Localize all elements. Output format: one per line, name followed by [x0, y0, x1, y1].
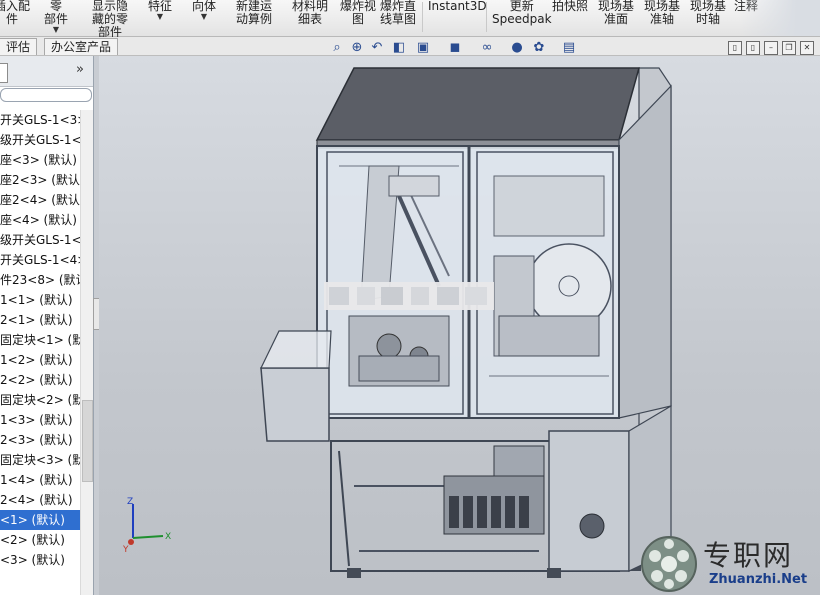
ribbon-button-label: 显示隐 藏的零 部件 [92, 0, 129, 39]
tree-item[interactable]: <1> (默认) [0, 510, 80, 530]
panel-header: » [0, 56, 93, 87]
tree-filter-input[interactable] [0, 88, 92, 102]
ribbon-button-10[interactable]: 更新 Speedpak [492, 0, 552, 26]
tree-scrollbar[interactable] [80, 110, 93, 595]
tree-item[interactable]: 1<2> (默认) [0, 350, 80, 370]
ribbon-button-4[interactable]: 向体 ▼ [192, 0, 216, 21]
ribbon-button-label: Instant3D [428, 0, 487, 13]
tree-item[interactable]: 开关GLS-1<3> [0, 110, 80, 130]
machine-assembly-model[interactable] [99, 56, 820, 595]
dropdown-arrow-icon[interactable]: ▼ [192, 13, 216, 21]
ribbon-button-label: 爆炸视 图 [340, 0, 377, 26]
ribbon-button-13[interactable]: 现场基 准轴 [644, 0, 680, 26]
tile-right-icon[interactable]: ▯ [746, 41, 760, 55]
panel-tab[interactable] [0, 63, 8, 83]
tree-item[interactable]: 2<1> (默认) [0, 310, 80, 330]
ribbon-button-12[interactable]: 现场基 准面 [598, 0, 634, 26]
ribbon-button-label: 更新 Speedpak [492, 0, 552, 26]
hide-show-icon[interactable]: ∞ [479, 40, 495, 56]
ribbon-button-14[interactable]: 现场基 时轴 [690, 0, 726, 26]
zoom-area-icon[interactable]: ⊕ [349, 40, 365, 56]
graphics-viewport[interactable]: ⌕ ⊕ ↶ ◧ ▣ ◼ ∞ ● ✿ ▤ ▯ ▯ – ❐ ✕ Z X Y 专职网 … [99, 40, 820, 595]
tree-item[interactable]: <3> (默认) [0, 550, 80, 570]
tree-item[interactable]: 固定块<2> (默认) [0, 390, 80, 410]
ribbon-button-8[interactable]: 爆炸直 线草图 [380, 0, 416, 26]
ribbon-button-label: 插入配 件 [0, 0, 31, 26]
view-orientation-icon[interactable]: ▣ [415, 40, 431, 56]
minimize-icon[interactable]: – [764, 41, 778, 55]
view-settings-icon[interactable]: ▤ [561, 40, 577, 56]
tree-item[interactable]: 2<4> (默认) [0, 490, 80, 510]
tree-item[interactable]: 开关GLS-1<4> [0, 250, 80, 270]
tree-item[interactable]: 座<3> (默认) [0, 150, 80, 170]
ribbon-button-label: 拍快照 [552, 0, 589, 13]
ribbon-button-1[interactable]: 零 部件 ▼ [44, 0, 68, 34]
tab-evaluate[interactable]: 评估 [0, 38, 38, 55]
ribbon-button-2[interactable]: 显示隐 藏的零 部件 [92, 0, 128, 39]
appearance-icon[interactable]: ● [509, 40, 525, 56]
ribbon-fade [740, 0, 820, 36]
triad-z-label: Z [127, 497, 133, 507]
tree-item[interactable]: 座2<4> (默认) [0, 190, 80, 210]
ribbon-button-label: 材料明 细表 [292, 0, 329, 26]
ribbon-button-label: 现场基 准轴 [644, 0, 681, 26]
command-tab-row: 评估 办公室产品 [0, 37, 820, 56]
tree-item[interactable]: 固定块<3> (默认) [0, 450, 80, 470]
close-icon[interactable]: ✕ [800, 41, 814, 55]
ribbon-separator [486, 2, 487, 32]
tree-item[interactable]: 座2<3> (默认) [0, 170, 80, 190]
dropdown-arrow-icon[interactable]: ▼ [44, 26, 68, 34]
ribbon-button-3[interactable]: 特征 ▼ [148, 0, 172, 21]
tree-item[interactable]: 件23<8> (默认) [0, 270, 80, 290]
ribbon-button-label: 零 部件 [44, 0, 69, 26]
ribbon-button-6[interactable]: 材料明 细表 [292, 0, 328, 26]
tree-item[interactable]: 座<4> (默认) [0, 210, 80, 230]
tree-item[interactable]: 级开关GLS-1<4> [0, 230, 80, 250]
previous-view-icon[interactable]: ↶ [369, 40, 385, 56]
tab-office-products[interactable]: 办公室产品 [44, 38, 119, 55]
command-ribbon: 插入配 件零 部件 ▼ 显示隐 藏的零 部件 特征 ▼ 向体 ▼ 新建运 动算例 材料明 细表爆… [0, 0, 820, 39]
tree-item[interactable]: 1<1> (默认) [0, 290, 80, 310]
ribbon-button-label: 现场基 准面 [598, 0, 635, 26]
ribbon-button-5[interactable]: 新建运 动算例 [236, 0, 272, 26]
ribbon-button-7[interactable]: 爆炸视 图 [340, 0, 376, 26]
scene-icon[interactable]: ✿ [531, 40, 547, 56]
tree-item[interactable]: <2> (默认) [0, 530, 80, 550]
ribbon-button-label: 爆炸直 线草图 [380, 0, 417, 26]
tree-item[interactable]: 1<4> (默认) [0, 470, 80, 490]
ribbon-button-0[interactable]: 插入配 件 [0, 0, 30, 26]
tree-item[interactable]: 2<3> (默认) [0, 430, 80, 450]
tree-item[interactable]: 2<2> (默认) [0, 370, 80, 390]
tile-left-icon[interactable]: ▯ [728, 41, 742, 55]
feature-manager-panel: » 开关GLS-1<3>级开关GLS-1<3>座<3> (默认)座2<3> (默… [0, 56, 94, 595]
dropdown-arrow-icon[interactable]: ▼ [148, 13, 172, 21]
ribbon-button-label: 现场基 时轴 [690, 0, 727, 26]
section-view-icon[interactable]: ◧ [391, 40, 407, 56]
display-style-icon[interactable]: ◼ [447, 40, 463, 56]
ribbon-button-label: 新建运 动算例 [236, 0, 273, 26]
zoom-to-fit-icon[interactable]: ⌕ [329, 40, 345, 56]
expand-chevron-icon[interactable]: » [76, 62, 84, 77]
restore-icon[interactable]: ❐ [782, 41, 796, 55]
triad-x-label: X [165, 532, 171, 542]
ribbon-separator [422, 2, 423, 32]
triad-y-label: Y [123, 545, 129, 554]
watermark-chinese-text: 专职网 [703, 539, 794, 572]
ribbon-button-9[interactable]: Instant3D [428, 0, 487, 13]
tree-item[interactable]: 1<3> (默认) [0, 410, 80, 430]
watermark-ball-icon [641, 536, 697, 592]
tree-item[interactable]: 固定块<1> (默认) [0, 330, 80, 350]
watermark-site-text: Zhuanzhi.Net [709, 572, 808, 587]
tree-item[interactable]: 级开关GLS-1<3> [0, 130, 80, 150]
watermark-logo: 专职网 Zhuanzhi.Net [639, 532, 819, 595]
ribbon-button-11[interactable]: 拍快照 [552, 0, 588, 13]
coordinate-triad: Z X Y [123, 497, 171, 554]
tree-scrollbar-thumb[interactable] [82, 400, 93, 482]
